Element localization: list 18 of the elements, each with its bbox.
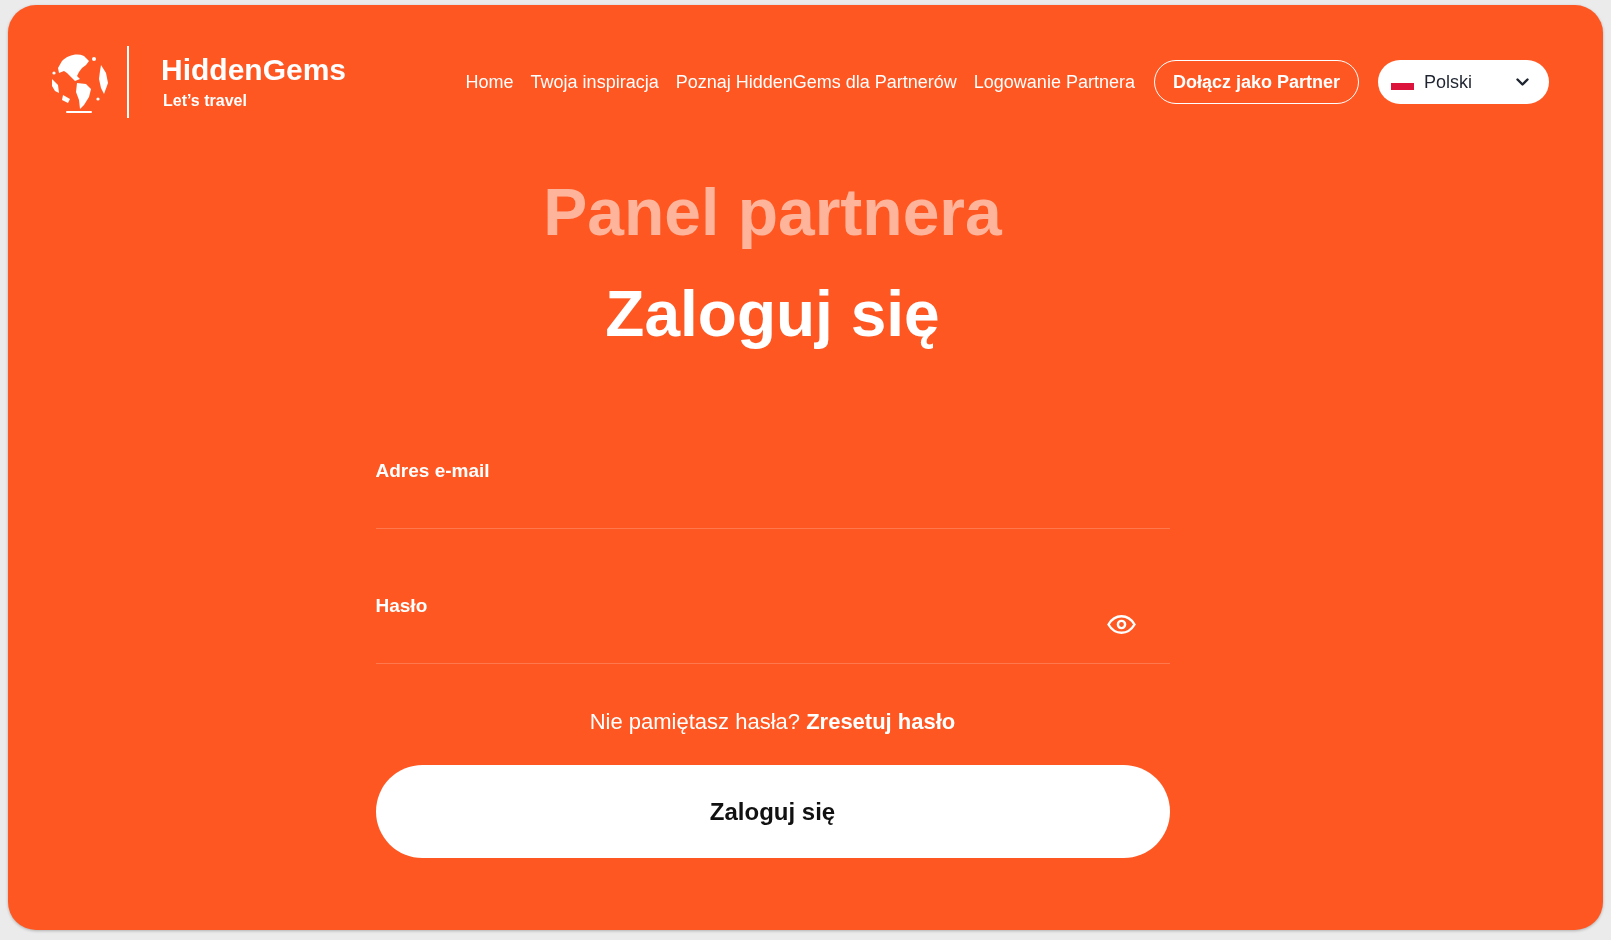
language-value: Polski — [1424, 70, 1472, 94]
flag-icon — [1391, 82, 1414, 90]
eye-icon[interactable] — [1106, 615, 1136, 634]
language-select[interactable]: Polski — [1378, 60, 1549, 104]
login-button[interactable]: Zaloguj się — [375, 765, 1170, 858]
brand-tagline: Let’s travel — [163, 91, 248, 111]
nav-link[interactable]: Logowanie Partnera — [973, 68, 1135, 96]
field-label: Hasło — [375, 594, 429, 618]
email-field[interactable]: Adres e-mail — [375, 451, 1170, 529]
nav-link[interactable]: Poznaj HiddenGems dla Partnerów — [675, 68, 957, 96]
brand-name: HiddenGems — [161, 53, 347, 87]
forgot-password-text: Nie pamiętasz hasła? Zresetuj hasło — [589, 708, 956, 736]
nav-link[interactable]: Twoja inspiracja — [530, 68, 659, 96]
field-label: Adres e-mail — [375, 459, 491, 483]
nav-link[interactable]: Home — [465, 68, 514, 96]
chevron-down-icon — [1516, 78, 1529, 86]
reset-password-link[interactable]: Zresetuj hasło — [806, 709, 956, 734]
password-field[interactable]: Hasło — [375, 586, 1170, 664]
